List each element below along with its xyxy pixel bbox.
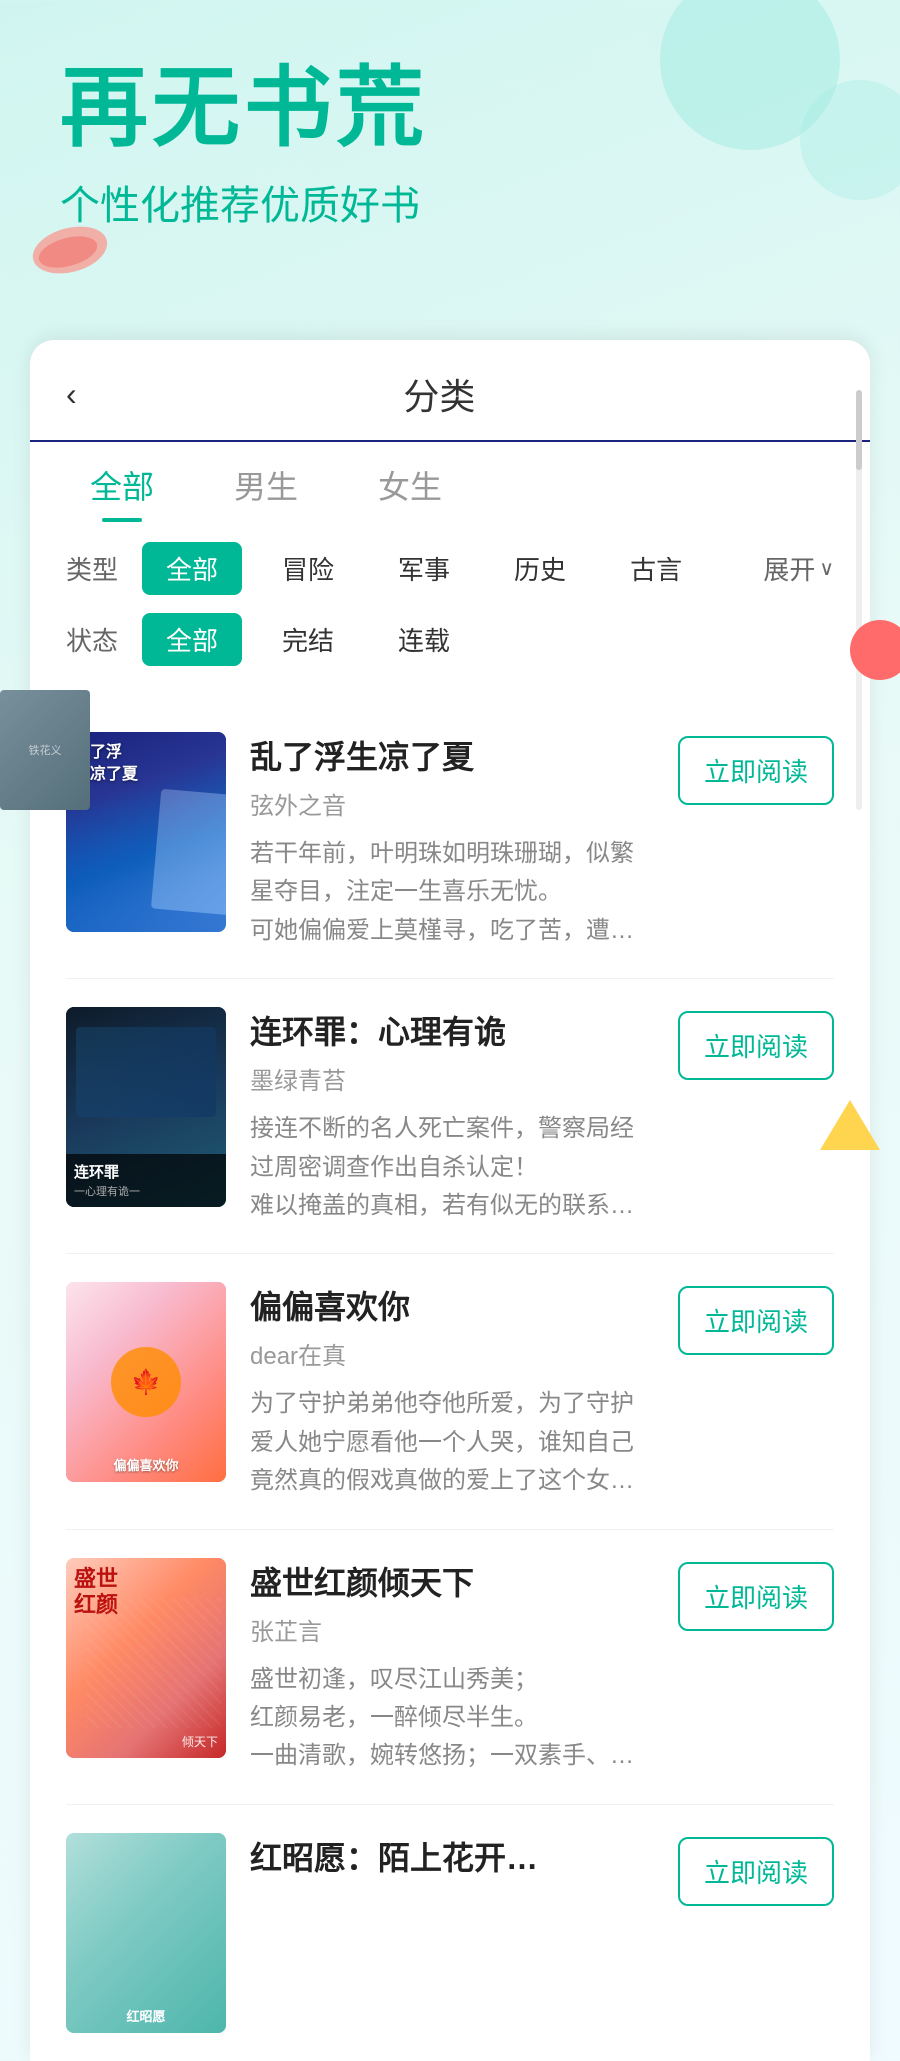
status-filter-label: 状态 [66,621,126,658]
type-filter-adventure[interactable]: 冒险 [258,542,358,595]
book-title-4: 盛世红颜倾天下 [250,1558,642,1604]
book-title-5: 红昭愿：陌上花开… [250,1833,642,1879]
book-desc-3: 为了守护弟弟他夺他所爱，为了守护爱人她宁愿看他一个人哭，谁知自己竟然真的假戏真做… [250,1385,642,1500]
deco-leaf [30,220,110,280]
book-author-3: dear在真 [250,1336,642,1371]
book-item: 🍁 偏偏喜欢你 偏偏喜欢你 dear在真 为了守护弟弟他夺他所爱，为了守护爱人她… [66,1254,834,1529]
panel-header: ‹ 分类 [30,340,870,442]
book-desc-2: 接连不断的名人死亡案件，警察局经过周密调查作出自杀认定！难以掩盖的真相，若有似无… [250,1110,642,1225]
book-item: 连环罪 一心理有诡一 连环罪：心理有诡 墨绿青苔 接连不断的名人死亡案件，警察局… [66,979,834,1254]
deco-triangle-right [820,1100,880,1150]
tab-bar: 全部 男生 女生 [30,442,870,522]
type-filter-military[interactable]: 军事 [374,542,474,595]
book-title-1: 乱了浮生凉了夏 [250,732,642,778]
filter-section: 类型 全部 冒险 军事 历史 古言 展开 ∨ 状态 全部 完结 连载 [30,522,870,704]
type-filter-row: 类型 全部 冒险 军事 历史 古言 展开 ∨ [66,542,834,595]
type-filter-ancient[interactable]: 古言 [606,542,706,595]
book-list: 乱了浮生凉了夏 乱了浮生凉了夏 弦外之音 若干年前，叶明珠如明珠珊瑚，似繁星夺目… [30,704,870,2061]
tab-all[interactable]: 全部 [90,462,154,522]
status-filter-all[interactable]: 全部 [142,613,242,666]
book-info-3: 偏偏喜欢你 dear在真 为了守护弟弟他夺他所爱，为了守护爱人她宁愿看他一个人哭… [250,1282,642,1500]
read-button-1[interactable]: 立即阅读 [678,736,834,805]
book-desc-4: 盛世初逢，叹尽江山秀美；红颜易老，一醉倾尽半生。一曲清歌，婉转悠扬；一双素手、十… [250,1661,642,1776]
type-filter-all[interactable]: 全部 [142,542,242,595]
side-book-left: 铁花义 [0,690,90,810]
read-button-5[interactable]: 立即阅读 [678,1837,834,1906]
main-panel: ‹ 分类 全部 男生 女生 类型 全部 冒险 军事 历史 古言 展开 ∨ [30,340,870,2061]
book-info-5: 红昭愿：陌上花开… [250,1833,642,1893]
status-filter-row: 状态 全部 完结 连载 [66,613,834,666]
expand-button[interactable]: 展开 ∨ [763,550,834,587]
book-author-4: 张芷言 [250,1612,642,1647]
book-cover-2: 连环罪 一心理有诡一 [66,1007,226,1207]
book-author-2: 墨绿青苔 [250,1061,642,1096]
book-item: 乱了浮生凉了夏 乱了浮生凉了夏 弦外之音 若干年前，叶明珠如明珠珊瑚，似繁星夺目… [66,704,834,979]
book-author-1: 弦外之音 [250,786,642,821]
book-cover-4: 盛世红颜 倾天下 [66,1558,226,1758]
read-button-4[interactable]: 立即阅读 [678,1562,834,1631]
book-title-2: 连环罪：心理有诡 [250,1007,642,1053]
chevron-down-icon: ∨ [819,556,834,581]
back-button[interactable]: ‹ [66,378,77,410]
type-filter-label: 类型 [66,550,126,587]
tab-male[interactable]: 男生 [234,462,298,522]
book-title-3: 偏偏喜欢你 [250,1282,642,1328]
book-info-2: 连环罪：心理有诡 墨绿青苔 接连不断的名人死亡案件，警察局经过周密调查作出自杀认… [250,1007,642,1225]
book-item: 红昭愿 红昭愿：陌上花开… 立即阅读 [66,1805,834,2061]
read-button-2[interactable]: 立即阅读 [678,1011,834,1080]
hero-section: 再无书荒 个性化推荐优质好书 [0,0,900,340]
book-info-4: 盛世红颜倾天下 张芷言 盛世初逢，叹尽江山秀美；红颜易老，一醉倾尽半生。一曲清歌… [250,1558,642,1776]
status-filter-completed[interactable]: 完结 [258,613,358,666]
book-cover-1: 乱了浮生凉了夏 [66,732,226,932]
read-button-3[interactable]: 立即阅读 [678,1286,834,1355]
scrollbar-thumb[interactable] [856,390,862,470]
book-cover-3: 🍁 偏偏喜欢你 [66,1282,226,1482]
book-info-1: 乱了浮生凉了夏 弦外之音 若干年前，叶明珠如明珠珊瑚，似繁星夺目，注定一生喜乐无… [250,732,642,950]
hero-subtitle: 个性化推荐优质好书 [60,173,840,231]
panel-title: 分类 [93,368,786,420]
book-item: 盛世红颜 倾天下 盛世红颜倾天下 张芷言 盛世初逢，叹尽江山秀美；红颜易老，一醉… [66,1530,834,1805]
expand-label: 展开 [763,550,815,587]
type-filter-history[interactable]: 历史 [490,542,590,595]
book-desc-1: 若干年前，叶明珠如明珠珊瑚，似繁星夺目，注定一生喜乐无忧。可她偏偏爱上莫槿寻，吃… [250,835,642,950]
book-cover-5: 红昭愿 [66,1833,226,2033]
scrollbar-track[interactable] [856,390,862,810]
tab-female[interactable]: 女生 [378,462,442,522]
status-filter-ongoing[interactable]: 连载 [374,613,474,666]
